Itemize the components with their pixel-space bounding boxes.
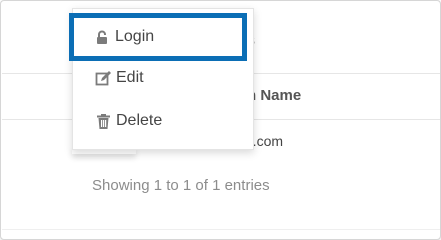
menu-item-label: Edit [116,69,144,86]
trash-icon [95,113,112,130]
edit-icon [95,70,112,87]
actions-dropdown-menu: Login Edit Delete [69,8,254,150]
unlock-icon [94,29,111,46]
menu-item-edit[interactable]: Edit [73,62,253,94]
menu-item-label: Login [115,28,155,45]
column-header-name[interactable]: n Name [247,87,301,104]
menu-item-delete[interactable]: Delete [73,105,253,137]
table-info-text: Showing 1 to 1 of 1 entries [92,177,270,194]
divider [2,229,440,230]
menu-item-label: Delete [116,112,163,129]
menu-item-login[interactable]: Login [69,13,247,61]
